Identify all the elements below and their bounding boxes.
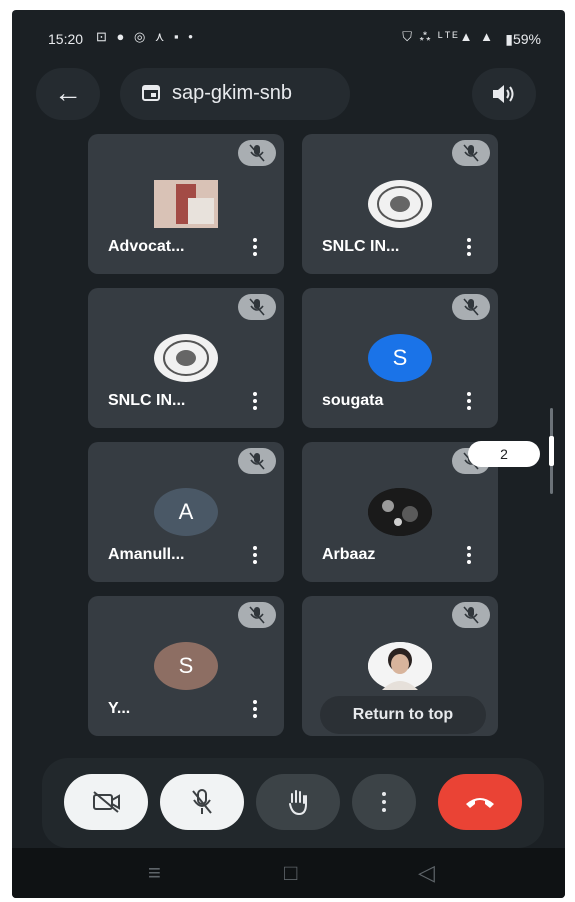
participant-name: Y... (108, 700, 131, 717)
recents-icon[interactable]: ≡ (148, 860, 161, 886)
raise-hand-button[interactable] (256, 774, 340, 830)
meeting-top-bar: ← sap-gkim-snb (12, 66, 565, 122)
mic-off-icon (238, 448, 276, 474)
organization-logo-avatar (368, 180, 432, 228)
participant-tile[interactable]: SNLC IN... (88, 288, 284, 428)
end-call-button[interactable] (438, 774, 522, 830)
mic-off-icon (192, 789, 212, 814)
more-options-button[interactable] (352, 774, 416, 830)
scrollbar-thumb[interactable] (549, 436, 554, 466)
mic-off-icon (238, 294, 276, 320)
photo-image (154, 180, 218, 228)
mic-off-icon (452, 602, 490, 628)
participant-tile[interactable]: S sougata (302, 288, 498, 428)
call-controls-bar (42, 758, 544, 848)
notification-icons: ⊡ ● ◎ ⋏ ▪ • (96, 29, 196, 44)
participant-photo-avatar (368, 488, 432, 536)
more-options-icon[interactable] (466, 236, 472, 258)
participant-tile[interactable]: A Amanull... (88, 442, 284, 582)
system-navigation-bar: ≡ □ ◁ (12, 848, 565, 898)
hand-icon (289, 790, 307, 816)
participant-tile[interactable]: S Y... (88, 596, 284, 736)
more-options-icon[interactable] (466, 544, 472, 566)
seal-logo-image (368, 180, 432, 228)
photo-image (368, 488, 432, 536)
photo-image (368, 642, 432, 690)
mic-toggle-button[interactable] (160, 774, 244, 830)
more-options-icon[interactable] (466, 390, 472, 412)
camera-toggle-button[interactable] (64, 774, 148, 830)
participant-tile[interactable]: Advocat... (88, 134, 284, 274)
participant-name: Arbaaz (322, 546, 376, 563)
organization-logo-avatar (154, 334, 218, 382)
participant-name: SNLC IN... (108, 392, 186, 409)
camera-off-icon (93, 791, 120, 813)
more-options-icon[interactable] (252, 698, 258, 720)
participant-name: Advocat... (108, 238, 185, 255)
letter-avatar: A (154, 488, 218, 536)
meeting-code: sap-gkim-snb (172, 82, 293, 104)
status-bar: 15:20 ⊡ ● ◎ ⋏ ▪ • ⛉ ⁂ ᴸᵀᴱ▲ ▲ ▮59% (12, 10, 565, 50)
back-nav-icon[interactable]: ◁ (418, 860, 435, 886)
return-to-top-button[interactable]: Return to top (320, 696, 486, 734)
speaker-icon (493, 85, 514, 103)
seal-logo-image (154, 334, 218, 382)
participant-tile[interactable]: SNLC IN... (302, 134, 498, 274)
participant-photo-avatar (368, 642, 432, 690)
calendar-icon (142, 85, 160, 101)
back-button[interactable]: ← (36, 68, 100, 120)
end-call-icon (466, 798, 494, 808)
arrow-left-icon: ← (54, 77, 82, 108)
home-icon[interactable]: □ (284, 860, 297, 886)
battery-indicator: ▮59% (505, 31, 541, 47)
letter-avatar: S (368, 334, 432, 382)
mic-off-icon (238, 140, 276, 166)
more-options-icon[interactable] (252, 544, 258, 566)
audio-output-button[interactable] (472, 68, 536, 120)
page-indicator: 2 (468, 441, 540, 467)
participant-name: SNLC IN... (322, 238, 400, 255)
participant-name: sougata (322, 392, 384, 409)
participant-tile[interactable]: Arbaaz (302, 442, 498, 582)
meeting-info-chip[interactable]: sap-gkim-snb (120, 68, 350, 120)
more-options-icon[interactable] (252, 390, 258, 412)
more-vert-icon (382, 792, 386, 812)
status-time: 15:20 (48, 31, 84, 47)
signal-icons: ⛉ ⁂ ᴸᵀᴱ▲ ▲ (402, 29, 495, 44)
participant-photo-avatar (154, 180, 218, 228)
mic-off-icon (238, 602, 276, 628)
letter-avatar: S (154, 642, 218, 690)
participant-name: Amanull... (108, 546, 185, 563)
mic-off-icon (452, 140, 490, 166)
phone-screen: 15:20 ⊡ ● ◎ ⋏ ▪ • ⛉ ⁂ ᴸᵀᴱ▲ ▲ ▮59% ← sap-… (12, 10, 565, 898)
more-options-icon[interactable] (252, 236, 258, 258)
mic-off-icon (452, 294, 490, 320)
